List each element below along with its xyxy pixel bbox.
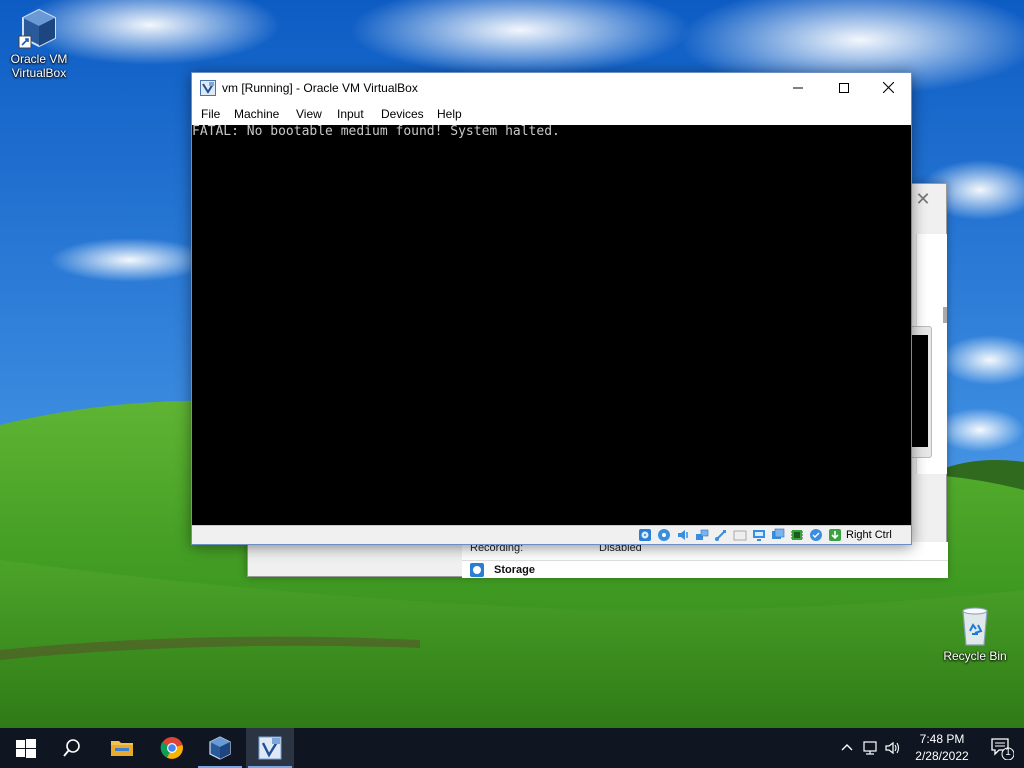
chevron-up-icon[interactable] — [838, 739, 856, 757]
display-icon[interactable] — [752, 528, 766, 542]
chrome-icon — [160, 737, 183, 759]
search-icon — [63, 739, 80, 757]
taskbar-virtualbox-vm[interactable] — [246, 728, 294, 768]
video-capture-icon[interactable] — [771, 528, 785, 542]
audio-icon[interactable] — [676, 528, 690, 542]
vm-display[interactable]: FATAL: No bootable medium found! System … — [192, 125, 911, 525]
hard-disk-icon[interactable] — [638, 528, 652, 542]
storage-title: Storage — [494, 564, 535, 576]
taskbar-chrome[interactable] — [148, 728, 196, 768]
status-bar: Right Ctrl — [192, 525, 911, 544]
keyboard-capture-icon[interactable] — [828, 528, 842, 542]
network-icon[interactable] — [695, 528, 709, 542]
action-center-button[interactable]: 1 — [980, 728, 1024, 768]
console-output: FATAL: No bootable medium found! System … — [192, 125, 560, 139]
usb-icon[interactable] — [714, 528, 728, 542]
maximize-icon — [839, 83, 849, 93]
virtualbox-icon — [200, 80, 216, 96]
desktop-icon-label: VirtualBox — [11, 66, 67, 80]
desktop-icon-label: Recycle Bin — [943, 649, 1007, 663]
storage-icon — [470, 563, 484, 577]
menu-input[interactable]: Input — [337, 107, 364, 121]
virtualbox-icon — [17, 6, 61, 50]
optical-drive-icon[interactable] — [657, 528, 671, 542]
recycle-bin-icon — [953, 603, 997, 647]
clock-date: 2/28/2022 — [915, 749, 969, 763]
menu-bar: File Machine View Input Devices Help — [192, 103, 911, 125]
start-button[interactable] — [0, 728, 48, 768]
search-button[interactable] — [48, 728, 96, 768]
taskbar-file-explorer[interactable] — [98, 728, 146, 768]
title-bar[interactable]: vm [Running] - Oracle VM VirtualBox — [192, 73, 911, 103]
preview-screen — [912, 335, 928, 447]
windows-logo-icon — [16, 739, 36, 758]
menu-devices[interactable]: Devices — [381, 107, 424, 121]
minimize-icon — [793, 87, 803, 89]
mouse-integration-icon[interactable] — [809, 528, 823, 542]
taskbar: 7:48 PM 2/28/2022 1 — [0, 728, 1024, 768]
menu-view[interactable]: View — [296, 107, 322, 121]
desktop-icon-label: Oracle VM — [10, 52, 68, 66]
vm-window-icon — [258, 736, 282, 760]
host-key-label[interactable]: Right Ctrl — [846, 529, 892, 541]
shared-folders-icon[interactable] — [733, 528, 747, 542]
vm-details: Recording: Disabled Storage — [462, 542, 948, 578]
volume-icon[interactable] — [884, 739, 902, 757]
desktop-icon-virtualbox[interactable]: Oracle VM VirtualBox — [1, 6, 77, 80]
menu-machine[interactable]: Machine — [234, 107, 279, 121]
maximize-button[interactable] — [821, 73, 867, 103]
vm-window[interactable]: vm [Running] - Oracle VM VirtualBox File… — [191, 72, 912, 545]
close-icon — [882, 81, 894, 94]
menu-help[interactable]: Help — [437, 107, 462, 121]
desktop-icon-recycle-bin[interactable]: Recycle Bin — [937, 603, 1013, 663]
network-icon[interactable] — [862, 739, 880, 757]
close-icon[interactable]: ✕ — [912, 188, 934, 210]
menu-file[interactable]: File — [201, 107, 220, 121]
cpu-icon[interactable] — [790, 528, 804, 542]
virtualbox-icon — [209, 736, 231, 760]
notification-count: 1 — [1005, 747, 1011, 758]
minimize-button[interactable] — [775, 73, 821, 103]
folder-icon — [111, 741, 133, 756]
clock[interactable]: 7:48 PM 2/28/2022 — [903, 731, 981, 765]
storage-section-header[interactable]: Storage — [462, 560, 948, 578]
close-button[interactable] — [865, 73, 911, 103]
clock-time: 7:48 PM — [919, 732, 965, 746]
scrollbar[interactable] — [943, 307, 947, 323]
taskbar-virtualbox-manager[interactable] — [196, 728, 244, 768]
window-title: vm [Running] - Oracle VM VirtualBox — [222, 81, 418, 95]
